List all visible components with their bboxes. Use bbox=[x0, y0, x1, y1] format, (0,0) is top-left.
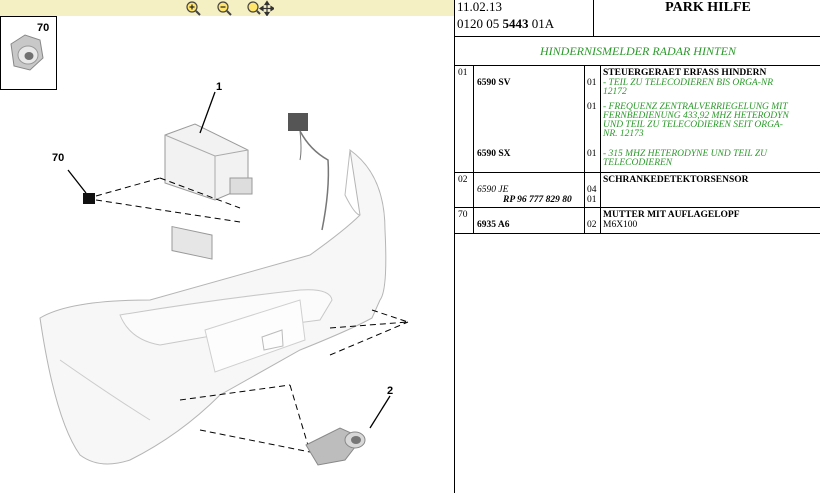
header-date: 11.02.13 bbox=[457, 0, 503, 14]
quantity: 01 bbox=[587, 78, 597, 88]
quantity: 04 bbox=[587, 185, 597, 195]
connector bbox=[288, 113, 308, 131]
table-row[interactable]: 70 6935 A6 02 MUTTER MIT AUFLAGELOPF M6X… bbox=[455, 208, 820, 233]
callout-2: 2 bbox=[387, 385, 393, 397]
quantity: 01 bbox=[587, 102, 597, 112]
part-ref: 6590 SV bbox=[477, 78, 511, 88]
part-ref: 6590 JE bbox=[477, 185, 509, 195]
page-title: PARK HILFE bbox=[593, 0, 820, 36]
parts-table-panel: 11.02.13 0120 05 5443 01A PARK HILFE HIN… bbox=[454, 0, 820, 493]
quantity: 02 bbox=[587, 220, 597, 230]
part-ref: RP 96 777 829 80 bbox=[503, 195, 572, 205]
row-divider bbox=[455, 233, 820, 234]
part-note: - TEIL ZU TELECODIEREN BIS ORGA-NR bbox=[603, 78, 774, 88]
table-row[interactable]: 01 6590 SV 6590 SX 01 01 01 STEUERGERAET… bbox=[455, 66, 820, 172]
part-name: STEUERGERAET ERFASS HINDERN bbox=[603, 68, 767, 78]
part-name: SCHRANKEDETEKTORSENSOR bbox=[603, 175, 749, 185]
nut-inset: 70 bbox=[0, 16, 57, 90]
callout-70: 70 bbox=[52, 152, 64, 164]
callout-1: 1 bbox=[216, 81, 222, 93]
row-position: 01 bbox=[458, 68, 468, 78]
section-subtitle: HINDERNISMELDER RADAR HINTEN bbox=[540, 44, 736, 58]
exploded-view-svg: 70 1 70 2 bbox=[0, 16, 409, 466]
park-sensor-drawing bbox=[305, 427, 366, 466]
part-note: NR. 12173 bbox=[603, 129, 644, 139]
table-row[interactable]: 02 6590 JE RP 96 777 829 80 04 01 SCHRAN… bbox=[455, 173, 820, 207]
callout-70-inset: 70 bbox=[37, 22, 49, 34]
row-position: 70 bbox=[458, 210, 468, 220]
part-note: 12172 bbox=[603, 87, 627, 97]
header-code: 0120 05 5443 01A bbox=[457, 16, 555, 31]
part-note: TELECODIEREN bbox=[603, 158, 673, 168]
row-position: 02 bbox=[458, 175, 468, 185]
part-ref: 6935 A6 bbox=[477, 220, 510, 230]
nut-marker bbox=[83, 193, 95, 204]
part-name: MUTTER MIT AUFLAGELOPF bbox=[603, 210, 740, 220]
quantity: 01 bbox=[587, 149, 597, 159]
control-unit-drawing bbox=[164, 123, 253, 260]
part-ref: 6590 SX bbox=[477, 149, 511, 159]
parts-drawing-panel: 70 1 70 2 bbox=[0, 0, 454, 493]
header-divider bbox=[455, 36, 820, 37]
quantity: 01 bbox=[587, 195, 597, 205]
part-detail: M6X100 bbox=[603, 220, 638, 230]
